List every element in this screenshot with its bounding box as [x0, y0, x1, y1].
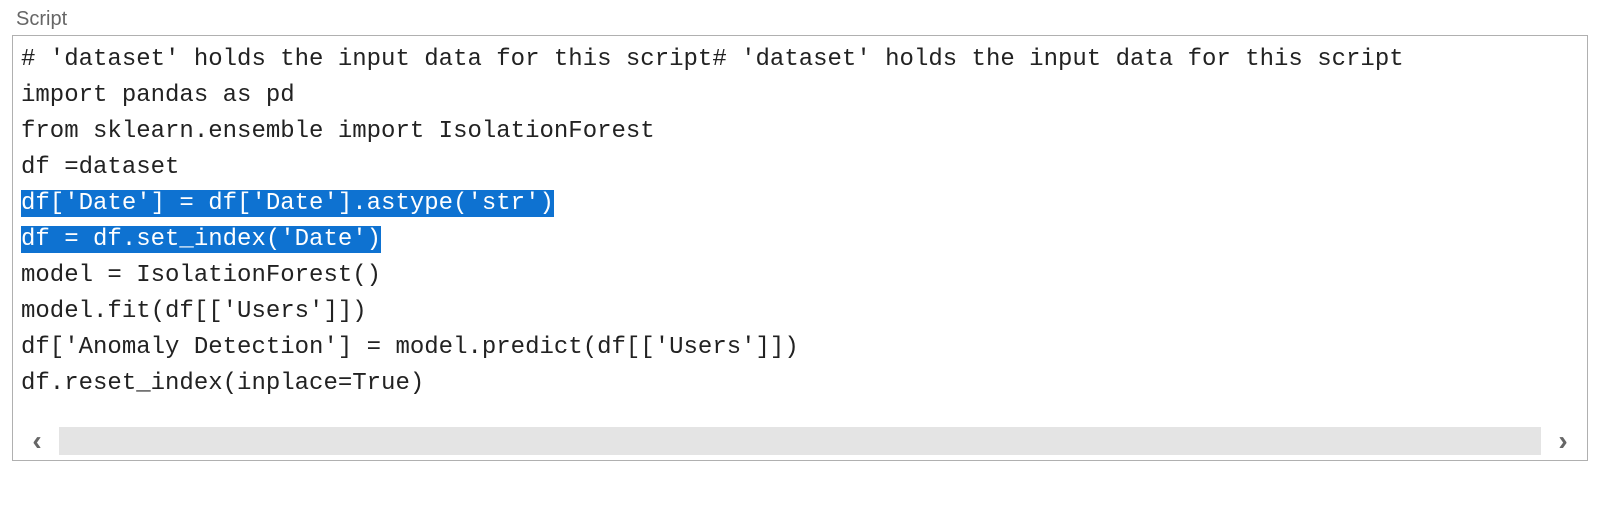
scroll-track[interactable] [59, 427, 1541, 455]
code-line[interactable]: df =dataset [21, 150, 1579, 186]
code-line[interactable]: from sklearn.ensemble import IsolationFo… [21, 114, 1579, 150]
scroll-left-arrow-icon[interactable]: ‹ [19, 423, 55, 459]
code-line[interactable]: df['Anomaly Detection'] = model.predict(… [21, 330, 1579, 366]
scroll-thumb[interactable] [59, 427, 1541, 455]
code-line[interactable]: model = IsolationForest() [21, 258, 1579, 294]
selected-text[interactable]: df['Date'] = df['Date'].astype('str') [21, 190, 554, 217]
script-section-label: Script [12, 8, 1588, 31]
code-line[interactable]: df = df.set_index('Date') [21, 222, 1579, 258]
scroll-right-arrow-icon[interactable]: › [1545, 423, 1581, 459]
code-line[interactable]: import pandas as pd [21, 78, 1579, 114]
script-editor[interactable]: # 'dataset' holds the input data for thi… [12, 35, 1588, 461]
horizontal-scrollbar[interactable]: ‹ › [13, 422, 1587, 460]
code-line[interactable]: df['Date'] = df['Date'].astype('str') [21, 186, 1579, 222]
script-code-area[interactable]: # 'dataset' holds the input data for thi… [13, 36, 1587, 422]
code-line[interactable]: # 'dataset' holds the input data for thi… [21, 42, 1579, 78]
selected-text[interactable]: df = df.set_index('Date') [21, 226, 381, 253]
code-line[interactable]: model.fit(df[['Users']]) [21, 294, 1579, 330]
code-line[interactable]: df.reset_index(inplace=True) [21, 366, 1579, 402]
